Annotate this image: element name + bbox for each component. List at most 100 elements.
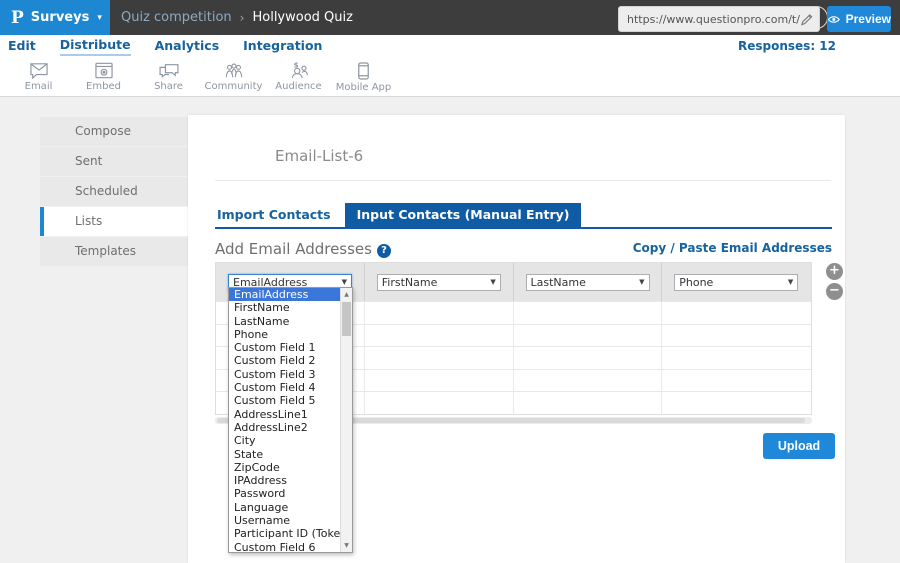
column-select-value: FirstName	[382, 276, 438, 289]
dropdown-option[interactable]: Custom Field 1	[229, 341, 340, 354]
dropdown-option[interactable]: FirstName	[229, 301, 340, 314]
dropdown-list: EmailAddressFirstNameLastNamePhoneCustom…	[229, 288, 340, 552]
dropdown-scrollbar-thumb[interactable]	[342, 302, 351, 336]
upload-button[interactable]: Upload	[763, 433, 835, 459]
dropdown-option[interactable]: Custom Field 6	[229, 541, 340, 552]
responses-count[interactable]: Responses: 12	[738, 39, 836, 53]
breadcrumb: Quiz competition › Hollywood Quiz	[121, 0, 353, 35]
email-icon	[28, 62, 50, 79]
dropdown-option[interactable]: Participant ID (Tokens)	[229, 527, 340, 540]
tool-email-label: Email	[25, 81, 53, 92]
dropdown-option[interactable]: Phone	[229, 328, 340, 341]
dropdown-option[interactable]: Custom Field 4	[229, 381, 340, 394]
sidebar-item-compose[interactable]: Compose	[40, 117, 188, 146]
tab-input-contacts-manual[interactable]: Input Contacts (Manual Entry)	[345, 203, 582, 227]
table-cell[interactable]	[514, 370, 663, 392]
dropdown-scrollbar[interactable]: ▲ ▼	[340, 288, 352, 552]
preview-label: Preview	[846, 12, 891, 26]
dropdown-option[interactable]: Custom Field 3	[229, 368, 340, 381]
tool-community[interactable]: Community	[201, 57, 266, 97]
tool-audience[interactable]: $ Audience	[266, 57, 331, 97]
table-cell[interactable]	[662, 347, 811, 369]
sidebar-item-scheduled[interactable]: Scheduled	[40, 177, 188, 206]
table-cell[interactable]	[365, 302, 514, 324]
community-icon	[223, 62, 245, 79]
tab-underline	[215, 227, 832, 229]
dropdown-option[interactable]: State	[229, 448, 340, 461]
tool-mobile-app[interactable]: Mobile App	[331, 57, 396, 97]
survey-url-value: https://www.questionpro.com/t/APNrFZ	[627, 13, 800, 26]
breadcrumb-current: Hollywood Quiz	[252, 10, 352, 25]
table-cell[interactable]	[662, 325, 811, 347]
table-cell[interactable]	[365, 347, 514, 369]
add-row-button[interactable]: +	[826, 263, 843, 280]
sidebar-item-lists[interactable]: Lists	[40, 207, 188, 236]
chevron-down-icon: ▼	[639, 278, 648, 286]
scroll-down-icon[interactable]: ▼	[341, 539, 352, 552]
surveys-label: Surveys	[31, 10, 90, 25]
dropdown-option[interactable]: ZipCode	[229, 461, 340, 474]
column-select-value: LastName	[531, 276, 586, 289]
tool-share[interactable]: Share	[136, 57, 201, 97]
survey-url-field[interactable]: https://www.questionpro.com/t/APNrFZ	[618, 6, 820, 32]
column-select-first-name[interactable]: FirstName ▼	[377, 274, 501, 291]
tool-email[interactable]: Email	[6, 57, 71, 97]
column-select-phone[interactable]: Phone ▼	[674, 274, 798, 291]
table-cell[interactable]	[662, 302, 811, 324]
tool-mobile-app-label: Mobile App	[336, 82, 392, 93]
help-icon[interactable]: ?	[377, 244, 391, 258]
table-cell[interactable]	[662, 392, 811, 414]
table-cell[interactable]	[514, 392, 663, 414]
dropdown-option[interactable]: IPAddress	[229, 474, 340, 487]
nav-item-integration[interactable]: Integration	[243, 38, 322, 55]
tool-community-label: Community	[205, 81, 263, 92]
tab-import-contacts[interactable]: Import Contacts	[215, 203, 345, 227]
dropdown-option[interactable]: Password	[229, 487, 340, 500]
distribute-toolbar: Email Embed Share Community $ Audience M…	[0, 57, 900, 97]
dropdown-option[interactable]: AddressLine2	[229, 421, 340, 434]
scroll-up-icon[interactable]: ▲	[341, 288, 352, 301]
copy-paste-link[interactable]: Copy / Paste Email Addresses	[633, 241, 832, 255]
table-cell[interactable]	[514, 302, 663, 324]
column-select-last-name[interactable]: LastName ▼	[526, 274, 650, 291]
tool-embed-label: Embed	[86, 81, 121, 92]
preview-button[interactable]: Preview	[827, 6, 891, 32]
dropdown-option[interactable]: Username	[229, 514, 340, 527]
dropdown-option[interactable]: Custom Field 5	[229, 394, 340, 407]
table-cell[interactable]	[365, 325, 514, 347]
surveys-menu-button[interactable]: P Surveys ▾	[0, 0, 110, 35]
tool-share-label: Share	[154, 81, 183, 92]
table-cell[interactable]	[514, 347, 663, 369]
tool-embed[interactable]: Embed	[71, 57, 136, 97]
nav-item-analytics[interactable]: Analytics	[155, 38, 220, 55]
dropdown-option[interactable]: LastName	[229, 315, 340, 328]
breadcrumb-parent[interactable]: Quiz competition	[121, 10, 232, 25]
questionpro-logo-icon: P	[11, 8, 24, 28]
page-title: Email-List-6	[275, 147, 363, 165]
sidebar-item-templates[interactable]: Templates	[40, 237, 188, 266]
sidebar-item-sent[interactable]: Sent	[40, 147, 188, 176]
chevron-down-icon: ▼	[490, 278, 499, 286]
audience-icon: $	[288, 62, 310, 79]
table-cell[interactable]	[365, 370, 514, 392]
table-cell[interactable]	[514, 325, 663, 347]
dropdown-option[interactable]: AddressLine1	[229, 408, 340, 421]
contacts-tabs: Import Contacts Input Contacts (Manual E…	[215, 203, 581, 227]
nav-item-edit[interactable]: Edit	[8, 38, 36, 55]
remove-row-button[interactable]: −	[826, 283, 843, 300]
share-icon	[158, 62, 180, 79]
main-nav: Edit Distribute Analytics Integration Re…	[0, 35, 900, 57]
nav-item-distribute[interactable]: Distribute	[60, 37, 131, 56]
column-select-value: Phone	[679, 276, 713, 289]
lists-panel: Email-List-6 Import Contacts Input Conta…	[188, 115, 845, 563]
dropdown-option[interactable]: Custom Field 2	[229, 354, 340, 367]
table-cell[interactable]	[662, 370, 811, 392]
section-title: Add Email Addresses	[215, 240, 372, 258]
eye-icon	[827, 15, 841, 24]
edit-pencil-icon[interactable]	[800, 13, 813, 26]
dropdown-option[interactable]: Language	[229, 501, 340, 514]
mobile-app-icon	[357, 62, 370, 80]
dropdown-option[interactable]: EmailAddress	[229, 288, 340, 301]
table-cell[interactable]	[365, 392, 514, 414]
dropdown-option[interactable]: City	[229, 434, 340, 447]
